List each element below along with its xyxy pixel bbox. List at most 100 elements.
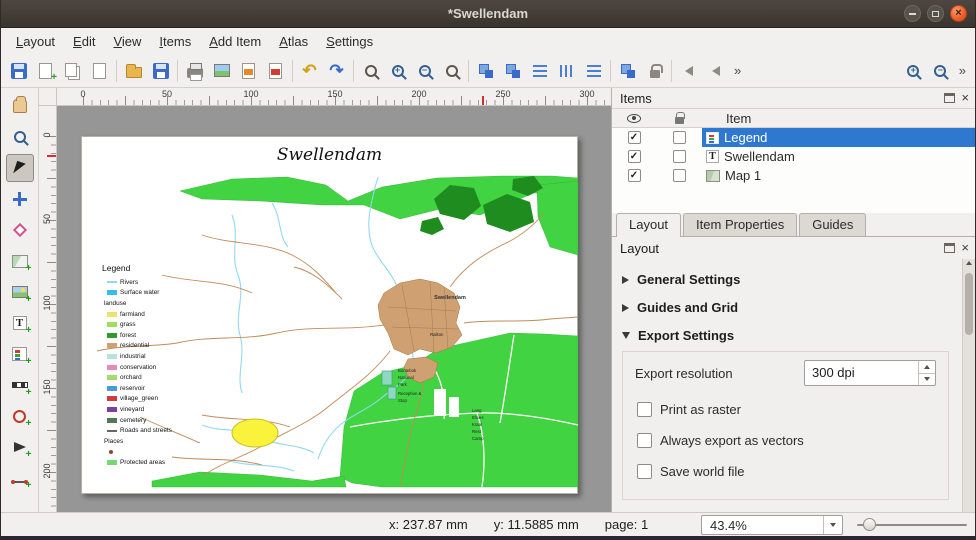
section-guides-and-grid[interactable]: Guides and Grid	[622, 300, 961, 315]
map-title-label[interactable]: Swellendam	[82, 137, 577, 165]
export-resolution-spinbox[interactable]: 300 dpi	[804, 360, 936, 386]
layout-manager-button[interactable]	[86, 58, 113, 84]
combo-dropdown-button[interactable]	[823, 516, 842, 534]
legend-item[interactable]: Legend Rivers Surface water	[102, 263, 194, 468]
save-as-template-button[interactable]	[147, 58, 174, 84]
menu-item[interactable]: Add Item	[200, 30, 270, 53]
scroll-up-icon[interactable]	[966, 261, 972, 265]
menu-item[interactable]: Atlas	[270, 30, 317, 53]
export-option-row[interactable]: Print as raster	[637, 402, 934, 417]
save-project-button[interactable]	[5, 58, 32, 84]
redo-button[interactable]: ↷	[323, 58, 350, 84]
scrollbar-thumb[interactable]	[965, 273, 973, 335]
visibility-checkbox[interactable]: ✓	[628, 131, 641, 144]
tab-layout[interactable]: Layout	[616, 213, 681, 237]
lock-checkbox[interactable]	[673, 131, 686, 144]
close-panel-icon[interactable]: ×	[961, 243, 969, 253]
export-resolution-value[interactable]: 300 dpi	[805, 361, 918, 385]
new-layout-button[interactable]: +	[32, 58, 59, 84]
export-svg-button[interactable]	[235, 58, 262, 84]
close-button[interactable]: ×	[950, 5, 967, 22]
add-picture-button[interactable]: +	[6, 278, 34, 306]
vertical-scrollbar[interactable]	[962, 259, 975, 512]
spin-down-button[interactable]	[919, 374, 935, 386]
open-template-button[interactable]	[120, 58, 147, 84]
minimize-button[interactable]	[904, 5, 921, 22]
check-icon: ✓	[630, 133, 638, 143]
menu-item[interactable]: View	[104, 30, 150, 53]
toolbar-overflow-2-button[interactable]: »	[954, 63, 971, 78]
tab-guides[interactable]: Guides	[799, 213, 866, 236]
zoom-level-combobox[interactable]: 43.4%	[701, 515, 843, 535]
status-y-coordinate: y: 11.5885 mm	[494, 517, 579, 532]
resize-items-button[interactable]	[580, 58, 607, 84]
visibility-checkbox[interactable]: ✓	[628, 169, 641, 182]
zoom-slider[interactable]	[857, 513, 967, 536]
raise-items-button[interactable]	[472, 58, 499, 84]
add-node-item-button[interactable]: +	[6, 464, 34, 492]
align-items-button[interactable]	[526, 58, 553, 84]
zoom-out-button[interactable]: −	[411, 58, 438, 84]
select-move-item-button[interactable]	[6, 154, 34, 182]
option-checkbox[interactable]	[637, 433, 652, 448]
spin-up-button[interactable]	[919, 361, 935, 374]
item-row-legend[interactable]: ✓ Legend	[612, 128, 975, 147]
item-row-map-1[interactable]: ✓ Map 1	[612, 166, 975, 185]
close-panel-icon[interactable]: ×	[961, 93, 969, 103]
export-pdf-button[interactable]	[262, 58, 289, 84]
lock-checkbox[interactable]	[673, 150, 686, 163]
legend-entry-label: residential	[120, 342, 149, 349]
group-items-button[interactable]	[614, 58, 641, 84]
float-panel-icon[interactable]	[944, 93, 955, 103]
export-resolution-label: Export resolution	[635, 366, 733, 381]
menu-item[interactable]: Layout	[7, 30, 64, 53]
lower-items-button[interactable]	[499, 58, 526, 84]
zoom-tool-button[interactable]	[6, 123, 34, 151]
add-arrow-button[interactable]: +	[6, 433, 34, 461]
add-map-button[interactable]: +	[6, 247, 34, 275]
add-legend-button[interactable]: +	[6, 340, 34, 368]
items-table-header: Item	[612, 109, 975, 128]
export-image-button[interactable]	[208, 58, 235, 84]
canvas-zoom-in-button[interactable]: +	[900, 58, 927, 84]
lock-checkbox[interactable]	[673, 169, 686, 182]
slider-handle[interactable]	[863, 518, 876, 531]
export-option-row[interactable]: Always export as vectors	[637, 433, 934, 448]
export-option-row[interactable]: Save world file	[637, 464, 934, 479]
zoom-actual-button[interactable]	[438, 58, 465, 84]
zoom-full-button[interactable]	[357, 58, 384, 84]
move-item-content-button[interactable]	[6, 185, 34, 213]
item-row-swellendam[interactable]: ✓ T Swellendam	[612, 147, 975, 166]
layout-page[interactable]: Swellendam	[81, 136, 578, 494]
toolbar-overflow-button[interactable]: »	[729, 63, 746, 78]
option-checkbox[interactable]	[637, 402, 652, 417]
menu-item[interactable]: Edit	[64, 30, 104, 53]
atlas-previous-button[interactable]	[702, 58, 729, 84]
menu-item[interactable]: Items	[150, 30, 200, 53]
add-scalebar-button[interactable]: +	[6, 371, 34, 399]
canvas-zoom-out-button[interactable]: −	[927, 58, 954, 84]
maximize-button[interactable]	[927, 5, 944, 22]
edit-nodes-item-button[interactable]	[6, 216, 34, 244]
distribute-items-button[interactable]	[553, 58, 580, 84]
print-button[interactable]	[181, 58, 208, 84]
zoom-in-button[interactable]: +	[384, 58, 411, 84]
duplicate-layout-button[interactable]	[59, 58, 86, 84]
menu-item[interactable]: Settings	[317, 30, 382, 53]
undo-button[interactable]: ↶	[296, 58, 323, 84]
atlas-first-button[interactable]	[675, 58, 702, 84]
visibility-checkbox[interactable]: ✓	[628, 150, 641, 163]
pan-tool-button[interactable]	[6, 92, 34, 120]
zoom-in-icon: +	[907, 65, 919, 77]
tab-item-properties[interactable]: Item Properties	[683, 213, 797, 236]
section-export-settings[interactable]: Export Settings	[622, 328, 961, 343]
title-bar[interactable]: *Swellendam ×	[1, 0, 975, 28]
legend-entry: landuse	[102, 298, 194, 309]
section-general-settings[interactable]: General Settings	[622, 272, 961, 287]
add-label-button[interactable]: T+	[6, 309, 34, 337]
float-panel-icon[interactable]	[944, 243, 955, 253]
add-shape-button[interactable]: +	[6, 402, 34, 430]
layout-canvas[interactable]: Swellendam	[57, 106, 611, 512]
option-checkbox[interactable]	[637, 464, 652, 479]
lock-items-button[interactable]	[641, 58, 668, 84]
